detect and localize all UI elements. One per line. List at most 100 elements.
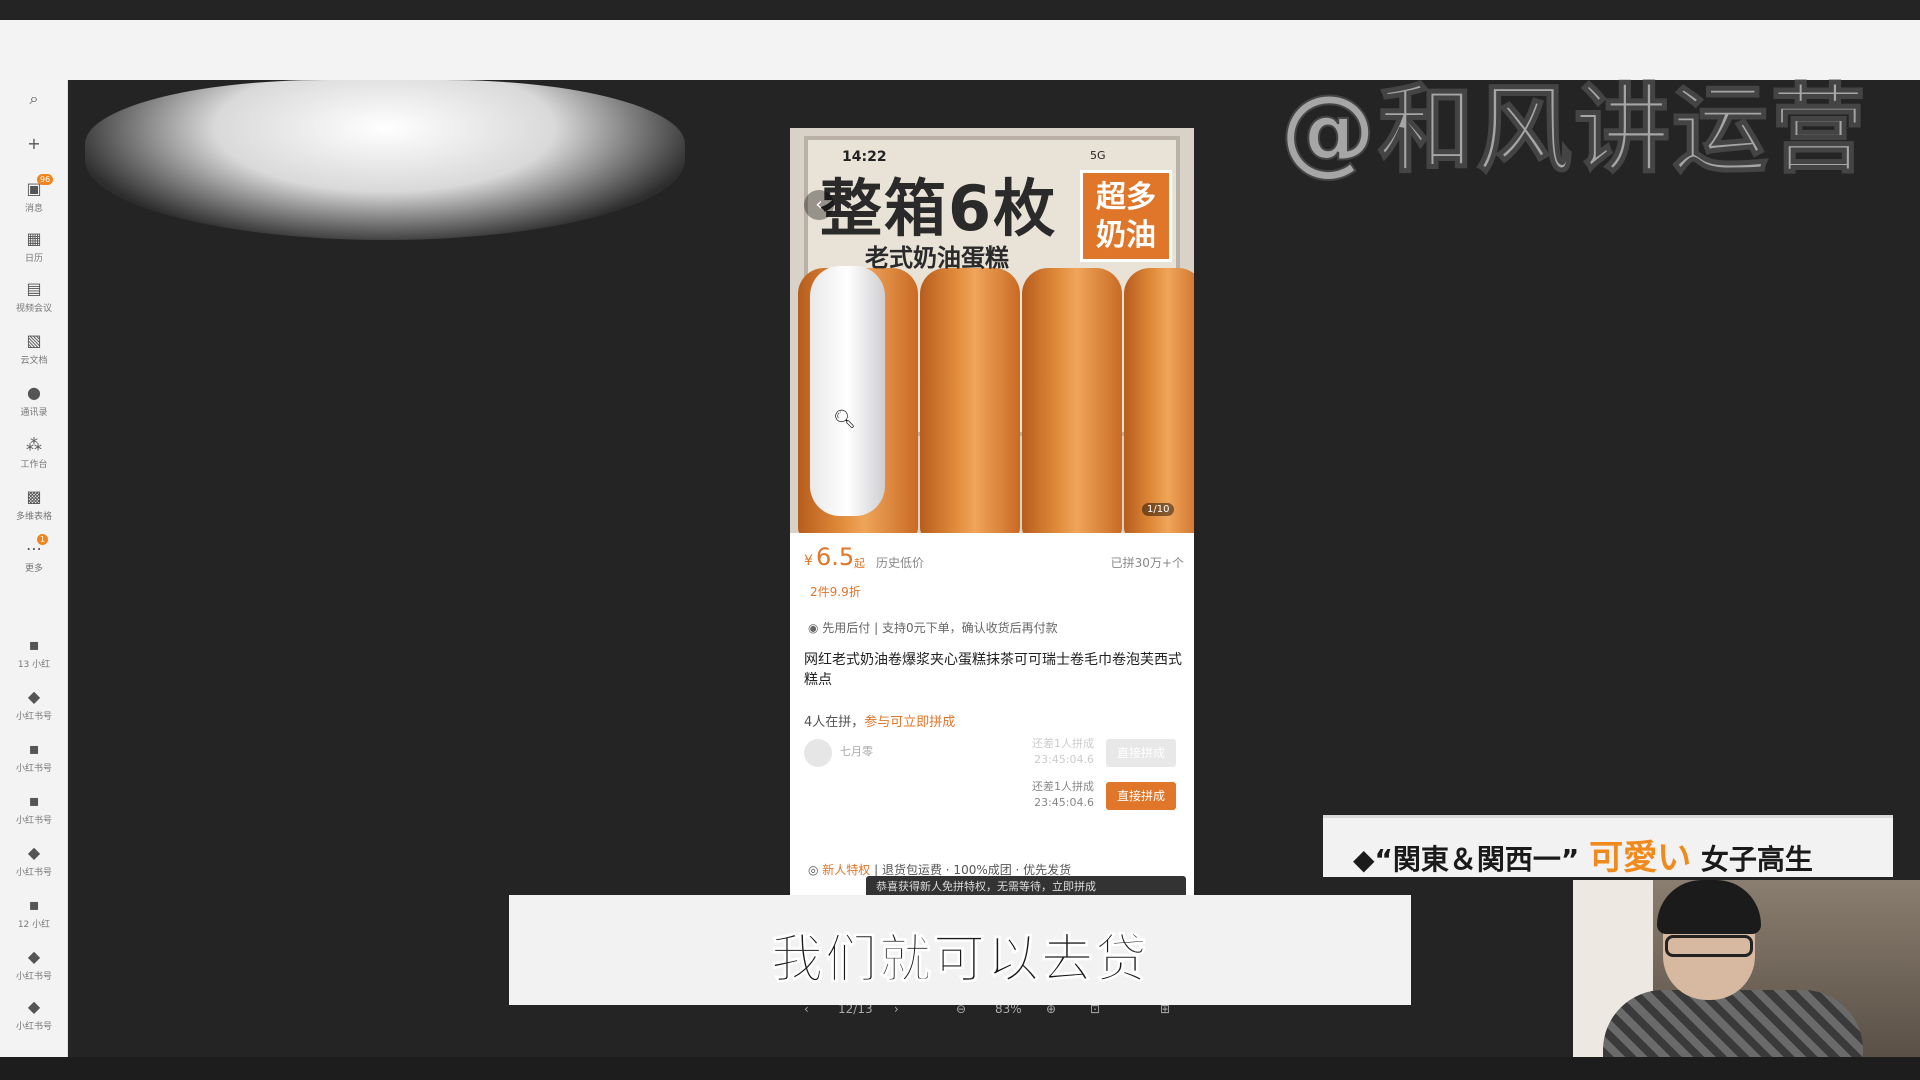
cake-roll	[1022, 268, 1122, 533]
perk-icon: ◎	[808, 863, 823, 877]
sidebar-account[interactable]: ◆ 小红书号	[0, 997, 68, 1033]
sidebar-account[interactable]: ▪ 12 小红	[0, 895, 68, 931]
perk-name: 新人特权	[822, 863, 871, 877]
group-need: 还差1人拼成	[1032, 737, 1094, 750]
sidebar-account[interactable]: ◆ 小红书号	[0, 947, 68, 983]
group-row: 还差1人拼成 23:45:04.6 直接拼成	[804, 776, 1184, 816]
product-screenshot: 14:22 5G 整箱6枚 老式奶油蛋糕 超多 奶油 ‹ 🔍︎ 1/10 ¥ 6…	[790, 128, 1194, 898]
price-value: 6.5	[816, 543, 855, 571]
sidebar-account[interactable]: ◆ 小红书号	[0, 843, 68, 879]
banner-text: ◆“関東＆関西一” 可愛い 女子高生	[1353, 830, 1813, 879]
top-letterbox	[0, 0, 1920, 20]
workspace-icon: ⁂	[26, 435, 42, 454]
subtitle-box: 我们就可以去贷	[509, 895, 1411, 1005]
sidebar-account-label: 小红书号	[15, 972, 52, 982]
sidebar-account[interactable]: ▪ 13 小红	[0, 635, 68, 671]
price-row: ¥ 6.5 起 历史低价 已拼30万+个	[804, 543, 1184, 573]
sidebar-account-label: 小红书号	[15, 868, 52, 878]
sidebar-item-label: 消息	[24, 204, 43, 214]
sidebar-account-label: 小红书号	[15, 764, 52, 774]
group-join-link[interactable]: 参与可立即拼成	[864, 715, 955, 730]
sidebar-item-contacts[interactable]: ● 通讯录	[0, 383, 68, 419]
hero-badge: 超多 奶油	[1080, 170, 1172, 262]
presenter-glasses	[1665, 935, 1753, 957]
account-icon: ▪	[28, 739, 40, 758]
sidebar-item-messages[interactable]: ▣ 96 消息	[0, 174, 68, 214]
sidebar-item-docs[interactable]: ▧ 云文档	[0, 331, 68, 367]
product-hero-image: 14:22 5G 整箱6枚 老式奶油蛋糕 超多 奶油 ‹ 🔍︎ 1/10	[790, 128, 1194, 533]
account-icon: ◆	[27, 947, 41, 966]
sidebar-item-label: 通讯录	[20, 408, 48, 418]
hero-subtitle: 老式奶油蛋糕	[865, 244, 1009, 272]
sidebar-account[interactable]: ▪ 小红书号	[0, 791, 68, 827]
unread-badge: 1	[37, 534, 49, 545]
account-icon: ▪	[28, 895, 40, 914]
perk-text: 退货包运费 · 100%成团 · 优先发货	[881, 863, 1072, 877]
group-buy-header: 4人在拼，参与可立即拼成	[804, 711, 955, 730]
channel-watermark: @和风讲运营	[1279, 73, 1868, 187]
message-icon: ▣	[26, 179, 42, 198]
apps-icon: ▩	[26, 487, 42, 506]
banner-suffix: 女子高生	[1700, 843, 1813, 876]
banner-prefix: ◆“関東＆関西一”	[1353, 843, 1580, 876]
sidebar-item-label: 云文档	[20, 356, 48, 366]
sidebar-item-more[interactable]: ⋯ 1 更多	[0, 534, 68, 574]
avatar	[804, 739, 832, 767]
sidebar-item-workspace[interactable]: ⁂ 工作台	[0, 435, 68, 471]
hero-badge-line: 奶油	[1096, 218, 1156, 253]
zoom-cursor-icon: 🔍︎	[833, 409, 856, 430]
more-icon: ⋯	[26, 539, 42, 558]
sidebar-item-label: 多维表格	[15, 512, 52, 522]
search-icon[interactable]: ⌕	[0, 90, 68, 108]
cake-roll	[1124, 268, 1194, 533]
presenter-body	[1603, 990, 1863, 1057]
perk-separator: |	[870, 863, 882, 877]
sidebar-account[interactable]: ◆ 小红书号	[0, 688, 68, 723]
group-row: 七月零 还差1人拼成 23:45:04.6 直接拼成	[804, 733, 1184, 773]
unread-badge: 96	[37, 174, 54, 185]
account-icon: ◆	[27, 997, 41, 1016]
group-need: 还差1人拼成	[1032, 780, 1094, 793]
sold-count: 已拼30万+个	[1110, 556, 1184, 570]
video-icon: ▤	[26, 279, 42, 298]
sidebar-item-apps[interactable]: ▩ 多维表格	[0, 487, 68, 523]
sidebar-item-label: 工作台	[20, 460, 48, 470]
sidebar-account[interactable]: ▪ 小红书号	[0, 739, 68, 775]
sidebar-account-label: 12 小红	[17, 920, 51, 930]
blurred-background-image	[85, 80, 685, 240]
document-icon: ▧	[26, 331, 42, 350]
sidebar-item-label: 日历	[24, 254, 43, 264]
sidebar-item-label: 更多	[24, 564, 43, 574]
subtitle-text: 我们就可以去贷	[770, 930, 1149, 991]
bottom-letterbox	[0, 1057, 1920, 1080]
hero-badge-line: 超多	[1096, 180, 1156, 215]
status-icons: 5G	[1090, 149, 1106, 162]
presenter-hair	[1657, 880, 1761, 934]
cake-roll	[920, 268, 1020, 533]
product-title: 网红老式奶油卷爆浆夹心蛋糕抹茶可可瑞士卷毛巾卷泡芙西式糕点	[804, 652, 1182, 688]
sidebar-account-label: 小红书号	[15, 816, 52, 826]
discount-tag: 2件9.9折	[810, 585, 861, 599]
join-group-button[interactable]: 直接拼成	[1106, 739, 1176, 767]
account-icon: ◆	[27, 843, 41, 862]
sidebar-item-video[interactable]: ▤ 视频会议	[0, 279, 68, 315]
sidebar-item-label: 视频会议	[15, 304, 52, 314]
price-currency: ¥	[804, 553, 813, 569]
sidebar-account-label: 小红书号	[15, 1022, 52, 1032]
account-icon: ▪	[28, 635, 40, 654]
account-icon: ▪	[28, 791, 40, 810]
webcam-overlay	[1573, 880, 1920, 1057]
pay-later-icon: ◉	[808, 621, 823, 635]
contacts-icon: ●	[27, 383, 41, 402]
join-group-button[interactable]: 直接拼成	[1106, 782, 1176, 810]
image-counter: 1/10	[1142, 503, 1175, 516]
plus-icon[interactable]: +	[0, 135, 68, 153]
group-count: 4人在拼，	[804, 715, 865, 730]
overlay-banner: ◆“関東＆関西一” 可愛い 女子高生	[1323, 815, 1893, 879]
pay-later-info: ◉ 先用后付 | 支持0元下单，确认收货后再付款	[808, 619, 1058, 636]
sidebar-account-label: 小红书号	[15, 712, 52, 722]
pay-later-text: 先用后付 | 支持0元下单，确认收货后再付款	[822, 621, 1058, 635]
back-arrow-icon[interactable]: ‹	[804, 190, 834, 220]
group-timer: 23:45:04.6	[1034, 753, 1094, 766]
sidebar-item-calendar[interactable]: ▦ 日历	[0, 230, 68, 265]
